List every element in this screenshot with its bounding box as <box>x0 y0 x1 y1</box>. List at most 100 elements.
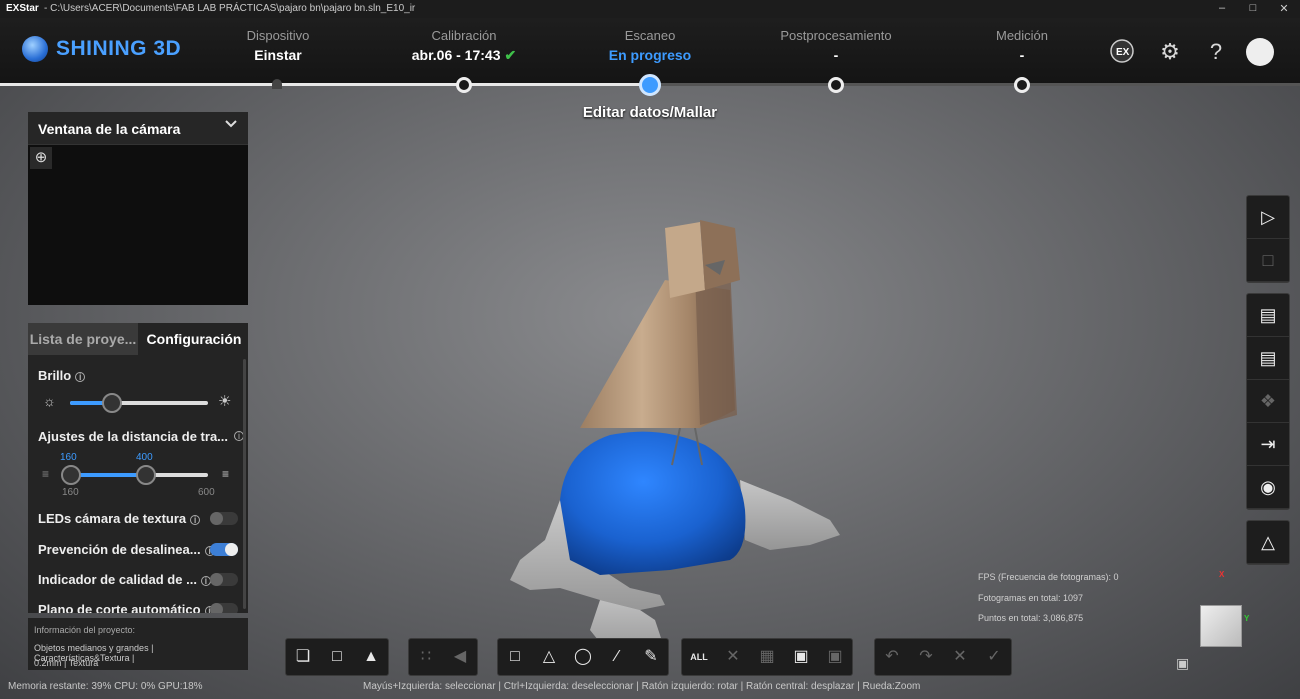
undo-icon[interactable]: ↶ <box>875 639 909 675</box>
distance-min-handle[interactable] <box>61 465 81 485</box>
config-scrollbar[interactable] <box>243 359 246 609</box>
quality-indicator-label: Indicador de calidad de ... i <box>38 572 211 587</box>
option-text: LEDs cámara de textura <box>38 511 187 526</box>
project-path: - C:\Users\ACER\Documents\FAB LAB PRÁCTI… <box>44 3 416 14</box>
workflow-progress <box>0 83 650 86</box>
axis-x-label: X <box>1219 570 1225 579</box>
mesh-icon[interactable]: △ <box>1247 521 1289 564</box>
project-info-title: Información del proyecto: <box>34 625 136 635</box>
brightness-high-icon: ☀ <box>218 393 232 410</box>
working-distance-text: Ajustes de la distancia de tra... <box>38 429 229 444</box>
texture-leds-toggle[interactable] <box>210 512 238 525</box>
scan-plane-icon[interactable]: ▲ <box>354 639 388 675</box>
delete-icon[interactable]: ▣ <box>818 639 852 675</box>
workflow-node-postprocessing[interactable] <box>828 77 844 93</box>
auto-cut-plane-toggle[interactable] <box>210 603 238 613</box>
step-value: - <box>833 47 839 63</box>
working-distance-label: Ajustes de la distancia de tra... <box>38 429 228 444</box>
tab-configuration[interactable]: Configuración <box>140 323 248 355</box>
brush-select-icon[interactable]: ✎ <box>634 639 668 675</box>
deselect-icon[interactable]: ✕ <box>716 639 750 675</box>
puzzle-icon[interactable]: ❖ <box>1247 380 1289 423</box>
distance-max-handle[interactable] <box>136 465 156 485</box>
shining3d-globe-icon <box>22 36 48 62</box>
info-icon[interactable]: i <box>75 371 86 382</box>
step-value: En progreso <box>608 47 692 63</box>
step-device[interactable]: Dispositivo Einstar <box>188 28 368 63</box>
title-bar: EXStar - C:\Users\ACER\Documents\FAB LAB… <box>0 0 1300 18</box>
select-connected-icon[interactable]: ▣ <box>784 639 818 675</box>
cancel-icon[interactable]: ✕ <box>943 639 977 675</box>
texture-leds-label: LEDs cámara de textura i <box>38 511 201 526</box>
view-cube[interactable] <box>1200 605 1242 647</box>
help-icon[interactable]: ? <box>1202 38 1230 66</box>
points-toolgroup: ∷ ◀ <box>408 638 478 676</box>
option-text: Prevención de desalinea... <box>38 542 201 557</box>
line-select-icon[interactable]: ∕ <box>600 639 634 675</box>
step-scan[interactable]: Escaneo En progreso <box>560 28 740 63</box>
step-label: Dispositivo <box>246 28 310 43</box>
right-toolbar-bottom: △ <box>1246 520 1290 565</box>
info-icon[interactable]: i <box>190 514 201 525</box>
view-toolgroup: ❏ □ ▲ <box>285 638 389 676</box>
polygon-select-icon[interactable]: △ <box>532 639 566 675</box>
distance-slider-fill <box>70 473 146 477</box>
step-label: Calibración <box>431 28 497 43</box>
minimize-button[interactable]: – <box>1214 2 1230 14</box>
step-postprocessing[interactable]: Postprocesamiento - <box>746 28 926 63</box>
redo-icon[interactable]: ↷ <box>909 639 943 675</box>
chevron-down-icon[interactable] <box>224 117 238 136</box>
quality-indicator-toggle[interactable] <box>210 573 238 586</box>
eye-icon[interactable]: ◉ <box>1247 466 1289 509</box>
invert-select-icon[interactable]: ▦ <box>750 639 784 675</box>
misalignment-prevention-label: Prevención de desalinea...i <box>38 542 215 557</box>
brand-name: SHINING 3D <box>56 37 182 60</box>
brightness-low-icon: ☼ <box>43 393 56 409</box>
fit-view-icon[interactable]: ▣ <box>1176 655 1189 672</box>
fps-readout: FPS (Frecuencia de fotogramas): 0 <box>978 572 1119 582</box>
workflow-node-device[interactable] <box>272 79 282 89</box>
step-value: Einstar <box>254 47 302 63</box>
zoom-in-icon[interactable]: ⊕ <box>30 147 52 169</box>
brightness-text: Brillo <box>38 368 72 383</box>
misalignment-prevention-toggle[interactable] <box>210 543 238 556</box>
scan-substatus: Editar datos/Mallar <box>582 104 718 121</box>
select-all-button[interactable]: ALL <box>682 639 716 675</box>
tab-project-list[interactable]: Lista de proye... <box>28 323 138 355</box>
step-measurement[interactable]: Medición - <box>932 28 1112 63</box>
close-button[interactable]: ✕ <box>1276 2 1292 15</box>
rewind-icon[interactable]: ◀ <box>443 639 477 675</box>
distance-near-icon: ≡ <box>42 467 50 481</box>
option-text: Plano de corte automático <box>38 602 201 613</box>
brightness-slider-handle[interactable] <box>102 393 123 413</box>
export-icon[interactable]: ⇥ <box>1247 423 1289 466</box>
workflow-node-calibration[interactable] <box>456 77 472 93</box>
points-icon[interactable]: ∷ <box>409 639 443 675</box>
step-label: Postprocesamiento <box>780 28 892 43</box>
window-icon[interactable]: ▤ <box>1247 294 1289 337</box>
avatar[interactable] <box>1246 38 1274 66</box>
workflow-node-measurement[interactable] <box>1014 77 1030 93</box>
distance-range-min: 160 <box>62 487 79 498</box>
align-icon[interactable]: □ <box>1247 239 1289 282</box>
step-value: abr.06 - 17:43 ✔ <box>374 47 554 64</box>
lasso-select-icon[interactable]: ◯ <box>566 639 600 675</box>
project-info-line: 0.2mm | Textura <box>34 658 99 668</box>
check-icon: ✔ <box>504 47 517 63</box>
open-project-icon[interactable]: ❏ <box>286 639 320 675</box>
axis-y-label: Y <box>1244 614 1250 623</box>
gear-icon[interactable]: ⚙ <box>1156 38 1184 66</box>
scan-model-viewport[interactable] <box>490 210 870 670</box>
confirm-icon[interactable]: ✓ <box>977 639 1011 675</box>
app-name: EXStar <box>6 3 39 14</box>
camera-window-header[interactable]: Ventana de la cámara <box>28 112 248 145</box>
selection-toolgroup: □ △ ◯ ∕ ✎ <box>497 638 669 676</box>
scan-settings-icon[interactable]: ▷ <box>1247 196 1289 239</box>
workflow-node-scan[interactable] <box>639 74 661 96</box>
step-calibration[interactable]: Calibración abr.06 - 17:43 ✔ <box>374 28 554 64</box>
ex-logo-icon[interactable]: EX <box>1108 38 1136 66</box>
clean-brush-icon[interactable]: ▤ <box>1247 337 1289 380</box>
maximize-button[interactable]: □ <box>1245 2 1261 14</box>
box-view-icon[interactable]: □ <box>320 639 354 675</box>
rect-select-icon[interactable]: □ <box>498 639 532 675</box>
